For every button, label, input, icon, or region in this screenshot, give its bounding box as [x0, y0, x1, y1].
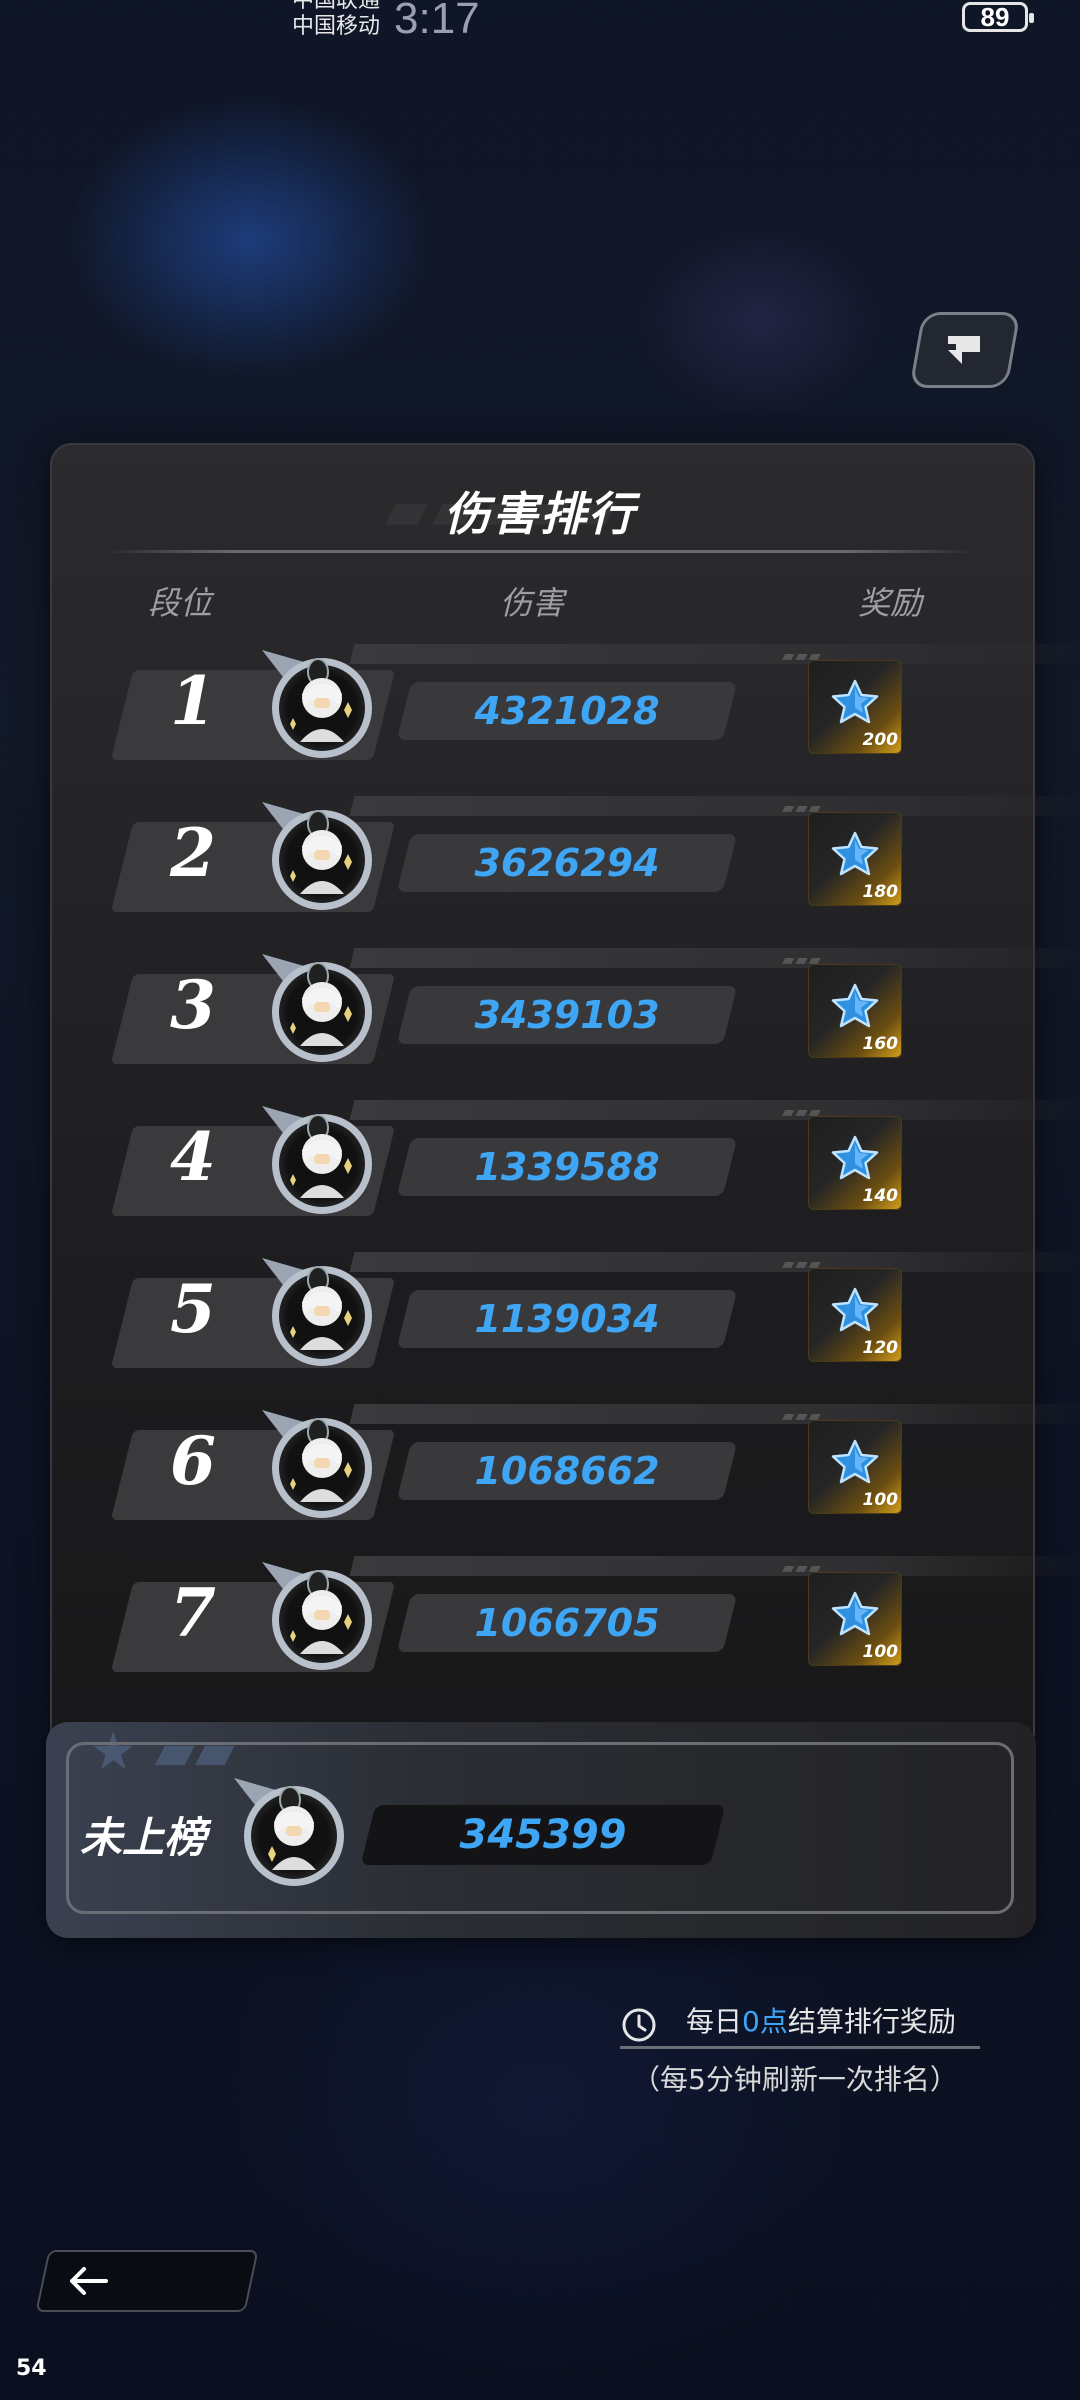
damage-value: 3626294 [474, 841, 660, 885]
row-top-strip [349, 1404, 1080, 1424]
reward-quantity: 200 [862, 730, 899, 750]
blue-star-icon [831, 1135, 879, 1180]
note-prefix: 每日 [686, 2005, 743, 2038]
row-top-strip [349, 1252, 1080, 1272]
settlement-note: 每日0点结算排行奖励 [620, 2000, 980, 2050]
reward-item[interactable]: 180 [808, 812, 902, 906]
reward-quantity: 120 [862, 1338, 899, 1358]
title-divider [105, 550, 975, 553]
note-suffix: 结算排行奖励 [787, 2005, 956, 2038]
rank-number: 7 [170, 1574, 216, 1652]
column-header-reward: 奖励 [858, 584, 923, 622]
reward-item[interactable]: 100 [808, 1572, 902, 1666]
damage-value: 4321028 [474, 689, 660, 733]
column-header-rank: 段位 [148, 584, 213, 622]
rank-number: 2 [170, 814, 216, 892]
ranking-row: ▰▰▰ 5 1139034 120 [110, 1252, 1080, 1374]
player-avatar-icon[interactable] [260, 1254, 376, 1370]
back-arrow-icon [70, 2267, 108, 2295]
share-icon [948, 336, 980, 364]
reward-item[interactable]: 100 [808, 1420, 902, 1514]
blue-star-icon [831, 1591, 879, 1636]
player-avatar-icon[interactable] [260, 1558, 376, 1674]
status-time: 3:17 [394, 0, 480, 43]
reward-item[interactable]: 120 [808, 1268, 902, 1362]
blue-star-icon [831, 831, 879, 876]
player-avatar-icon[interactable] [260, 646, 376, 762]
share-button[interactable] [909, 312, 1021, 388]
carrier-1: 中国联通 [292, 0, 381, 13]
panel-title: 伤害排行 [444, 487, 636, 541]
rank-number: 6 [170, 1422, 216, 1500]
ranking-row: ▰▰▰ 6 1068662 100 [110, 1404, 1080, 1526]
reward-quantity: 100 [862, 1642, 899, 1662]
reward-quantity: 140 [862, 1186, 899, 1206]
reward-item[interactable]: 200 [808, 660, 902, 754]
reward-quantity: 180 [862, 882, 899, 902]
battery-indicator: 89 [962, 2, 1034, 32]
rank-number: 1 [170, 662, 216, 740]
note-highlight: 0点 [742, 2005, 788, 2038]
clock-icon [622, 2008, 656, 2042]
row-top-strip [349, 644, 1080, 664]
rank-number: 3 [170, 966, 216, 1044]
back-button[interactable] [35, 2250, 259, 2312]
player-avatar-icon[interactable] [260, 950, 376, 1066]
blue-star-icon [831, 679, 879, 724]
damage-value: 3439103 [474, 993, 660, 1037]
reward-item[interactable]: 140 [808, 1116, 902, 1210]
carrier-2: 中国移动 [292, 14, 381, 39]
player-avatar-icon[interactable] [260, 1406, 376, 1522]
my-avatar-icon[interactable] [232, 1774, 348, 1890]
reward-item[interactable]: 160 [808, 964, 902, 1058]
rank-number: 4 [170, 1118, 216, 1196]
blue-star-icon [831, 1439, 879, 1484]
reward-quantity: 160 [862, 1034, 899, 1054]
refresh-note: （每5分钟刷新一次排名） [632, 2063, 958, 2096]
ranking-row: ▰▰▰ 3 3439103 160 [110, 948, 1080, 1070]
damage-value: 1066705 [474, 1601, 660, 1645]
damage-value: 1339588 [474, 1145, 660, 1189]
row-top-strip [349, 1556, 1080, 1576]
row-top-strip [349, 796, 1080, 816]
ranking-row: ▰▰▰ 4 1339588 140 [110, 1100, 1080, 1222]
damage-value: 1139034 [474, 1297, 660, 1341]
damage-value: 1068662 [474, 1449, 660, 1493]
my-rank-label: 未上榜 [80, 1813, 207, 1862]
my-damage-value: 345399 [459, 1812, 627, 1858]
row-top-strip [349, 1100, 1080, 1120]
row-top-strip [349, 948, 1080, 968]
ranking-row: ▰▰▰ 2 3626294 180 [110, 796, 1080, 918]
player-avatar-icon[interactable] [260, 798, 376, 914]
note-underline [620, 2046, 980, 2049]
ranking-row: ▰▰▰ 1 4321028 200 [110, 644, 1080, 766]
rank-number: 5 [170, 1270, 216, 1348]
blue-star-icon [831, 1287, 879, 1332]
status-carriers: 中国联通 中国移动 [292, 0, 380, 40]
ranking-row: ▰▰▰ 7 1066705 100 [110, 1556, 1080, 1678]
fps-counter: 54 [16, 2356, 47, 2381]
player-avatar-icon[interactable] [260, 1102, 376, 1218]
reward-quantity: 100 [862, 1490, 899, 1510]
column-header-damage: 伤害 [500, 584, 565, 622]
blue-star-icon [831, 983, 879, 1028]
